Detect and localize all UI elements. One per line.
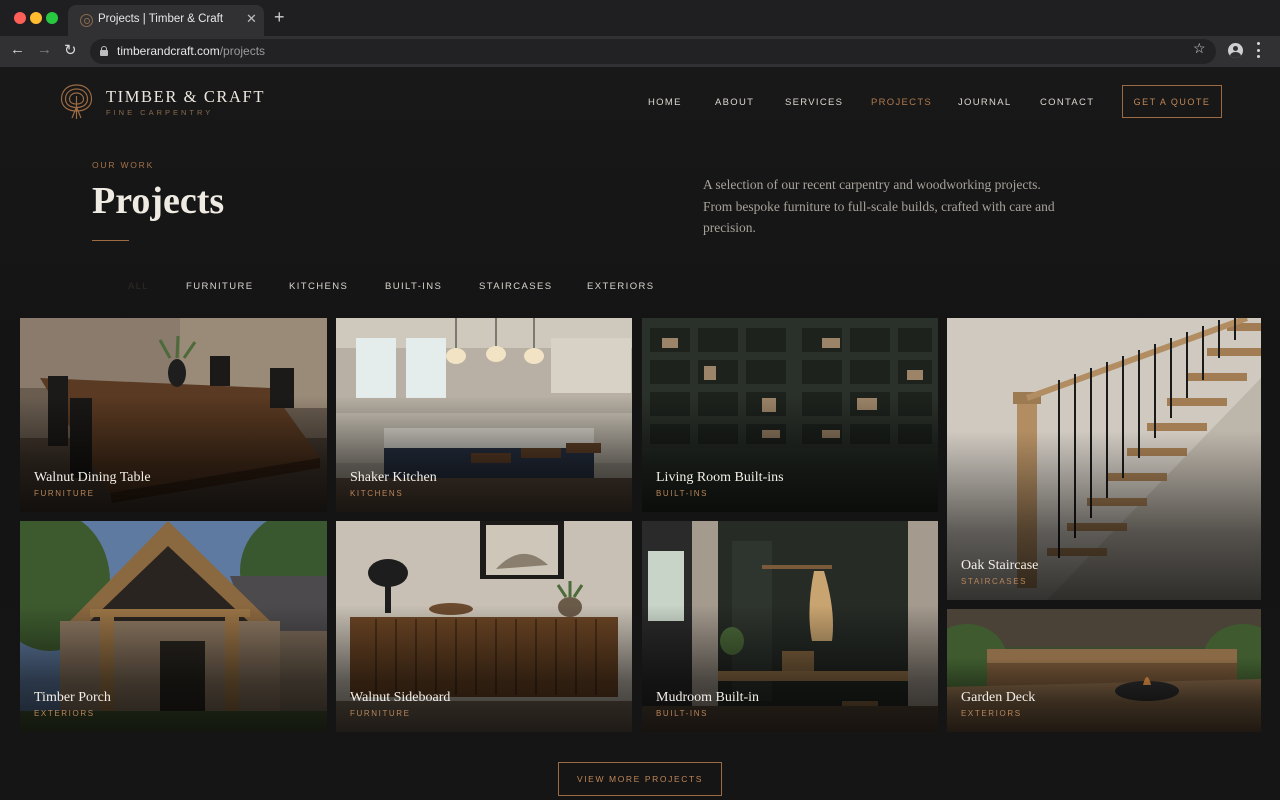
project-card-walnut-sideboard[interactable]: Walnut Sideboard FURNITURE	[336, 521, 632, 732]
nav-item-contact[interactable]: CONTACT	[1040, 97, 1094, 109]
filter-tab-exteriors[interactable]: EXTERIORS	[587, 281, 655, 292]
project-card-walnut-dining-table[interactable]: Walnut Dining Table FURNITURE	[20, 318, 327, 512]
brand-name[interactable]: TIMBER & CRAFT	[106, 87, 265, 107]
minimize-window-button[interactable]	[30, 12, 42, 24]
card-title: Walnut Dining Table	[34, 470, 151, 485]
browser-tab[interactable]: Projects | Timber & Craft ✕	[68, 5, 264, 36]
profile-avatar-icon[interactable]	[1228, 43, 1243, 58]
card-overlay	[947, 430, 1261, 600]
card-title: Garden Deck	[961, 690, 1036, 705]
filter-tab-furniture[interactable]: FURNITURE	[186, 281, 254, 292]
maximize-window-button[interactable]	[46, 12, 58, 24]
get-a-quote-button[interactable]: GET A QUOTE	[1122, 85, 1222, 118]
card-category: FURNITURE	[34, 489, 95, 498]
forward-arrow-icon[interactable]: →	[37, 41, 52, 58]
url-host: timberandcraft.com	[117, 44, 220, 58]
project-card-shaker-kitchen[interactable]: Shaker Kitchen KITCHENS	[336, 318, 632, 512]
nav-item-about[interactable]: ABOUT	[715, 97, 754, 109]
favicon-icon	[80, 14, 93, 27]
card-category: BUILT-INS	[656, 489, 709, 498]
card-title: Oak Staircase	[961, 558, 1039, 573]
tree-logo-icon[interactable]	[60, 83, 93, 120]
card-title: Timber Porch	[34, 690, 111, 705]
filter-tab-staircases[interactable]: STAIRCASES	[479, 281, 552, 292]
back-arrow-icon[interactable]: ←	[10, 41, 25, 58]
filter-tab-built-ins[interactable]: BUILT-INS	[385, 281, 442, 292]
card-title: Shaker Kitchen	[350, 470, 437, 485]
card-category: STAIRCASES	[961, 577, 1028, 586]
page: TIMBER & CRAFT FINE CARPENTRY HOME ABOUT…	[0, 67, 1280, 800]
page-title: Projects	[92, 180, 225, 222]
section-eyebrow: OUR WORK	[92, 160, 155, 170]
url-text[interactable]: timberandcraft.com/projects	[117, 44, 265, 58]
browser-tab-bar: Projects | Timber & Craft ✕ +	[0, 0, 1280, 36]
card-category: EXTERIORS	[34, 709, 95, 718]
nav-item-journal[interactable]: JOURNAL	[958, 97, 1011, 109]
title-divider	[92, 240, 129, 241]
project-card-timber-porch[interactable]: Timber Porch EXTERIORS	[20, 521, 327, 732]
card-category: FURNITURE	[350, 709, 411, 718]
bookmark-star-icon[interactable]: ☆	[1193, 40, 1206, 57]
browser-menu-icon[interactable]	[1257, 42, 1261, 58]
view-more-projects-button[interactable]: VIEW MORE PROJECTS	[558, 762, 722, 796]
intro-text: A selection of our recent carpentry and …	[703, 177, 1055, 235]
card-title: Living Room Built-ins	[656, 470, 784, 485]
url-path: /projects	[219, 44, 266, 58]
project-card-mudroom-built-in[interactable]: Mudroom Built-in BUILT-INS	[642, 521, 938, 732]
nav-item-home[interactable]: HOME	[648, 97, 682, 109]
project-card-oak-staircase[interactable]: Oak Staircase STAIRCASES	[947, 318, 1261, 600]
nav-item-services[interactable]: SERVICES	[785, 97, 843, 109]
lock-icon	[100, 46, 108, 56]
filter-tab-kitchens[interactable]: KITCHENS	[289, 281, 348, 292]
reload-icon[interactable]: ↻	[64, 41, 77, 59]
filter-tab-all[interactable]: ALL	[128, 281, 149, 292]
tab-close-icon[interactable]: ✕	[246, 11, 257, 27]
address-bar[interactable]: timberandcraft.com/projects	[90, 39, 1216, 64]
project-card-living-room-built-ins[interactable]: Living Room Built-ins BUILT-INS	[642, 318, 938, 512]
card-title: Walnut Sideboard	[350, 690, 451, 705]
new-tab-button[interactable]: +	[274, 8, 285, 26]
card-category: EXTERIORS	[961, 709, 1022, 718]
card-category: BUILT-INS	[656, 709, 709, 718]
nav-item-projects[interactable]: PROJECTS	[871, 97, 932, 109]
card-title: Mudroom Built-in	[656, 690, 760, 705]
close-window-button[interactable]	[14, 12, 26, 24]
browser-toolbar: ← → ↻ timberandcraft.com/projects	[0, 36, 1280, 67]
project-card-garden-deck[interactable]: Garden Deck EXTERIORS	[947, 609, 1261, 732]
card-category: KITCHENS	[350, 489, 404, 498]
brand-tagline: FINE CARPENTRY	[106, 108, 214, 117]
tab-title: Projects | Timber & Craft	[98, 13, 224, 25]
